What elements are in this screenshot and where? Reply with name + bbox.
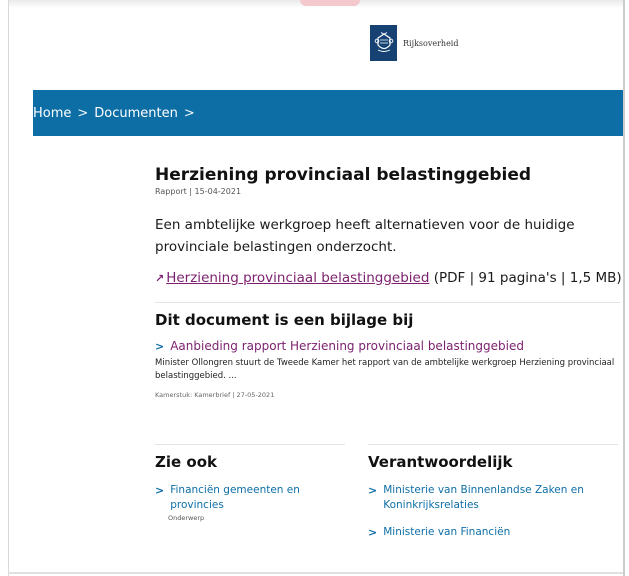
responsible-item: > Ministerie van Financiën	[368, 525, 618, 540]
main-content: Herziening provinciaal belastinggebied R…	[155, 165, 622, 399]
annex-heading: Dit document is een bijlage bij	[155, 311, 414, 329]
document-meta: Rapport | 15-04-2021	[155, 187, 242, 196]
responsible-link-bzk[interactable]: Ministerie van Binnenlandse Zaken en Kon…	[383, 483, 618, 513]
frame-right-edge	[623, 0, 625, 576]
chevron-right-icon: >	[155, 484, 165, 497]
site-logo[interactable]: Rijksoverheid	[370, 25, 458, 61]
see-also-heading: Zie ook	[155, 453, 217, 471]
breadcrumb-separator-icon: >	[183, 105, 195, 121]
annex-description: Minister Ollongren stuurt de Tweede Kame…	[155, 358, 615, 381]
chevron-right-icon: >	[368, 526, 378, 539]
frame-left-edge	[8, 0, 9, 576]
page-title: Herziening provinciaal belastinggebied	[155, 165, 532, 185]
page-bottom-edge	[8, 572, 623, 574]
breadcrumb-label: Documenten	[94, 105, 178, 121]
responsible-link-financien[interactable]: Ministerie van Financiën	[383, 525, 510, 540]
responsible-section: Verantwoordelijk > Ministerie van Binnen…	[368, 444, 618, 540]
annex-link[interactable]: Aanbieding rapport Herziening provinciaa…	[170, 339, 524, 353]
annex-meta: Kamerstuk: Kamerbrief | 27-05-2021	[155, 391, 275, 399]
see-also-section: Zie ook > Financiën gemeenten en provinc…	[155, 444, 345, 522]
breadcrumb-separator-icon: >	[77, 105, 89, 121]
section-divider	[155, 444, 345, 445]
annex-item: > Aanbieding rapport Herziening provincia…	[155, 339, 620, 353]
see-also-link[interactable]: Financiën gemeenten en provincies	[170, 483, 345, 513]
download-info: (PDF | 91 pagina's | 1,5 MB)	[433, 270, 622, 286]
top-accent	[300, 0, 360, 6]
breadcrumb-item-documenten[interactable]: Documenten >	[94, 106, 201, 121]
section-divider	[368, 444, 618, 445]
see-also-item: > Financiën gemeenten en provincies	[155, 483, 345, 513]
chevron-right-icon: >	[368, 484, 378, 497]
see-also-type: Onderwerp	[168, 514, 205, 522]
breadcrumb-label: Home	[33, 105, 72, 121]
download-link[interactable]: Herziening provinciaal belastinggebied	[166, 270, 429, 286]
section-divider	[155, 302, 620, 303]
external-arrow-icon: ↗	[155, 272, 165, 285]
page: Rijksoverheid Home > Documenten > Herzie…	[0, 0, 629, 576]
breadcrumb: Home > Documenten >	[33, 90, 623, 136]
chevron-right-icon: >	[155, 340, 165, 353]
responsible-item: > Ministerie van Binnenlandse Zaken en K…	[368, 483, 618, 513]
coat-of-arms-icon	[370, 25, 397, 61]
document-lead: Een ambtelijke werkgroep heeft alternati…	[155, 217, 575, 255]
responsible-heading: Verantwoordelijk	[368, 453, 513, 471]
document-download: ↗ Herziening provinciaal belastinggebied …	[155, 270, 622, 286]
breadcrumb-item-home[interactable]: Home >	[33, 106, 94, 121]
logo-text: Rijksoverheid	[403, 38, 459, 48]
